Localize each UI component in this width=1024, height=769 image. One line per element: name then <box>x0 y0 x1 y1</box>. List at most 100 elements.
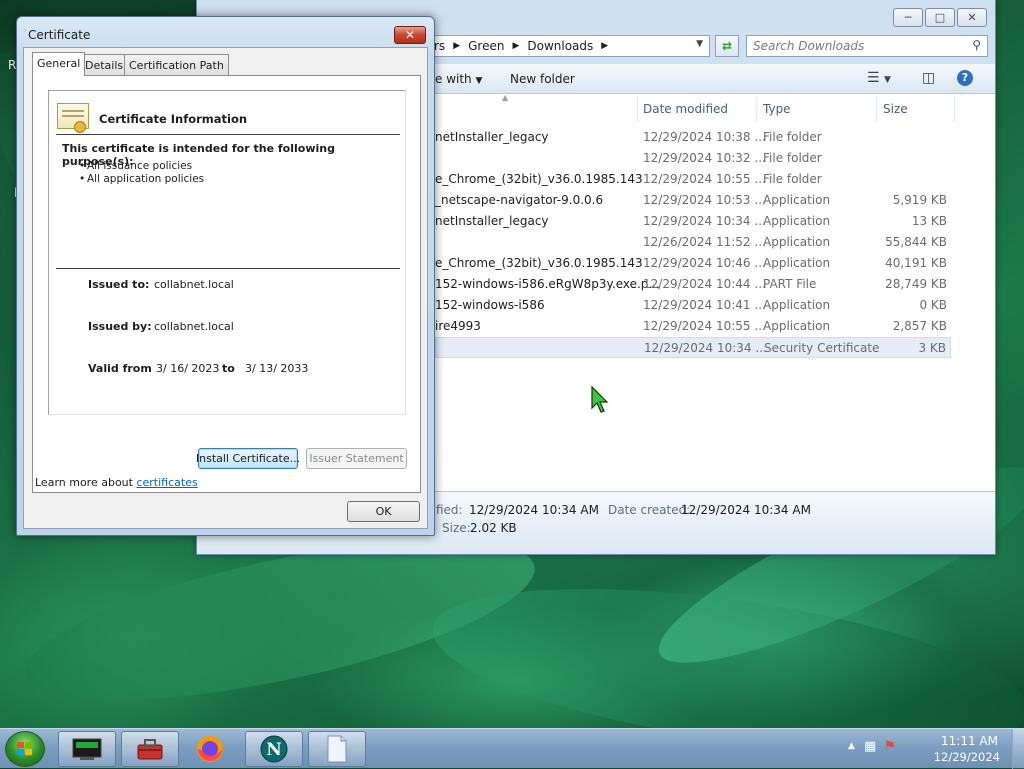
action-center-icon[interactable]: ⚑ <box>884 739 896 754</box>
file-name: _netscape-navigator-9.0.0.6 <box>435 193 604 207</box>
file-row-selected[interactable]: 12/29/2024 10:34 ... Security Certificat… <box>435 337 951 358</box>
file-row[interactable]: netInstaller_legacy 12/29/2024 10:38 ...… <box>435 127 951 148</box>
file-row[interactable]: netInstaller_legacy 12/29/2024 10:34 ...… <box>435 211 951 232</box>
search-icon[interactable]: ⚲ <box>972 38 981 52</box>
minimize-button[interactable]: ─ <box>893 8 923 27</box>
file-row[interactable]: 12/29/2024 10:32 ... File folder <box>435 148 951 169</box>
file-row[interactable]: e_Chrome_(32bit)_v36.0.1985.143 12/29/20… <box>435 253 951 274</box>
dialog-close-button[interactable]: ✕ <box>394 26 426 44</box>
breadcrumb-chevron-icon[interactable]: ▶ <box>601 41 608 51</box>
search-input[interactable]: Search Downloads ⚲ <box>746 35 988 57</box>
breadcrumb-chevron-icon[interactable]: ▶ <box>512 41 519 51</box>
mouse-cursor-icon <box>591 386 609 413</box>
file-size: 5,919 KB <box>892 193 947 207</box>
svg-text:N: N <box>266 740 282 760</box>
close-icon: ✕ <box>967 11 977 24</box>
taskbar-button-toolbox[interactable] <box>121 731 179 767</box>
file-size: 3 KB <box>918 341 946 355</box>
size-value: 2.02 KB <box>470 521 517 535</box>
issued-to-label: Issued to: <box>88 278 150 291</box>
file-size: 2,857 KB <box>892 319 947 333</box>
tab-general[interactable]: General <box>32 52 86 76</box>
help-icon[interactable]: ? <box>957 70 973 86</box>
certificate-info-box: Certificate Information This certificate… <box>48 90 406 415</box>
created-value: 12/29/2024 10:34 AM <box>681 503 811 517</box>
column-divider[interactable] <box>876 96 877 122</box>
new-folder-button[interactable]: New folder <box>510 72 575 86</box>
file-name: ire4993 <box>435 319 481 333</box>
file-type: Application <box>763 214 831 228</box>
column-divider[interactable] <box>756 96 757 122</box>
column-header-date-modified[interactable]: Date modified <box>643 102 728 116</box>
file-type: File folder <box>763 151 822 165</box>
file-date: 12/29/2024 10:32 ... <box>643 151 766 165</box>
modified-value: 12/29/2024 10:34 AM <box>469 503 599 517</box>
notification-area: ▲ ▦ ⚑ 11:11 AM 12/29/2024 <box>848 729 1008 769</box>
address-dropdown-icon[interactable]: ▼ <box>696 39 703 49</box>
windows-logo-icon <box>17 742 32 755</box>
search-placeholder: Search Downloads <box>753 39 865 53</box>
breadcrumb-item[interactable]: Green <box>468 39 504 53</box>
column-divider[interactable] <box>954 96 955 122</box>
tab-certification-path[interactable]: Certification Path <box>124 54 229 75</box>
window-caption-buttons: ─ □ ✕ <box>893 8 987 27</box>
file-type: Application <box>763 256 831 270</box>
learn-more-text: Learn more about certificates <box>35 476 198 489</box>
netscape-icon: N <box>260 735 288 763</box>
breadcrumb-item[interactable]: rs <box>434 39 445 53</box>
column-header-type[interactable]: Type <box>763 102 791 116</box>
file-size: 0 KB <box>919 298 947 312</box>
file-size: 13 KB <box>911 214 947 228</box>
document-icon <box>327 735 347 763</box>
show-desktop-button[interactable] <box>1012 729 1024 769</box>
tab-details[interactable]: Details <box>80 54 129 75</box>
taskbar-button-firefox[interactable] <box>182 731 238 767</box>
size-label: Size: <box>442 521 471 535</box>
refresh-icon: ⇄ <box>721 39 733 53</box>
file-row[interactable]: 152-windows-i586.eRgW8p3y.exe.p... 12/29… <box>435 274 951 295</box>
column-header-size[interactable]: Size <box>883 102 908 116</box>
created-label: Date created: <box>608 503 691 517</box>
close-button[interactable]: ✕ <box>957 8 987 27</box>
maximize-button[interactable]: □ <box>925 8 955 27</box>
file-row[interactable]: ire4993 12/29/2024 10:55 ... Application… <box>435 316 951 337</box>
file-name: netInstaller_legacy <box>435 214 549 228</box>
file-row[interactable]: 12/26/2024 11:52 ... Application 55,844 … <box>435 232 951 253</box>
show-hidden-icons-icon[interactable]: ▲ <box>848 741 855 751</box>
firefox-icon <box>197 736 223 762</box>
file-type: Application <box>763 298 831 312</box>
taskbar-button-netscape[interactable]: N <box>245 731 303 767</box>
issued-by-label: Issued by: <box>88 320 152 333</box>
preview-pane-icon[interactable]: ◫ <box>922 70 935 86</box>
sort-arrow-icon: ▲ <box>502 93 509 102</box>
certificate-info-title: Certificate Information <box>99 112 248 126</box>
file-type: Application <box>763 235 831 249</box>
install-certificate-button[interactable]: Install Certificate... <box>196 448 300 469</box>
start-button[interactable] <box>5 731 45 767</box>
column-divider[interactable] <box>637 96 638 122</box>
file-size: 55,844 KB <box>885 235 947 249</box>
file-date: 12/26/2024 11:52 ... <box>643 235 766 249</box>
refresh-button[interactable]: ⇄ <box>715 35 739 57</box>
open-with-button[interactable]: e with ▼ <box>435 72 482 86</box>
taskbar-button-document[interactable] <box>308 731 366 767</box>
dialog-title: Certificate <box>28 28 91 42</box>
file-row[interactable]: 152-windows-i586 12/29/2024 10:41 ... Ap… <box>435 295 951 316</box>
purpose-item: All application policies <box>79 173 204 185</box>
clock-time[interactable]: 11:11 AM <box>941 734 998 748</box>
breadcrumb-item[interactable]: Downloads <box>527 39 593 53</box>
certificate-dialog[interactable]: Certificate ✕ General Details Certificat… <box>16 16 435 536</box>
breadcrumb-chevron-icon[interactable]: ▶ <box>453 41 460 51</box>
terminal-app-icon <box>72 738 102 760</box>
network-icon[interactable]: ▦ <box>864 739 876 754</box>
certificates-link[interactable]: certificates <box>136 476 197 489</box>
taskbar-button-terminal[interactable] <box>58 731 116 767</box>
view-options-icon[interactable]: ☰ ▼ <box>867 70 891 86</box>
valid-to-label: to <box>222 362 235 375</box>
clock-date[interactable]: 12/29/2024 <box>934 750 1000 764</box>
ok-button[interactable]: OK <box>347 501 420 522</box>
file-type: PART File <box>763 277 817 291</box>
file-row[interactable]: e_Chrome_(32bit)_v36.0.1985.143 12/29/20… <box>435 169 951 190</box>
file-date: 12/29/2024 10:46 ... <box>643 256 766 270</box>
file-row[interactable]: _netscape-navigator-9.0.0.6 12/29/2024 1… <box>435 190 951 211</box>
